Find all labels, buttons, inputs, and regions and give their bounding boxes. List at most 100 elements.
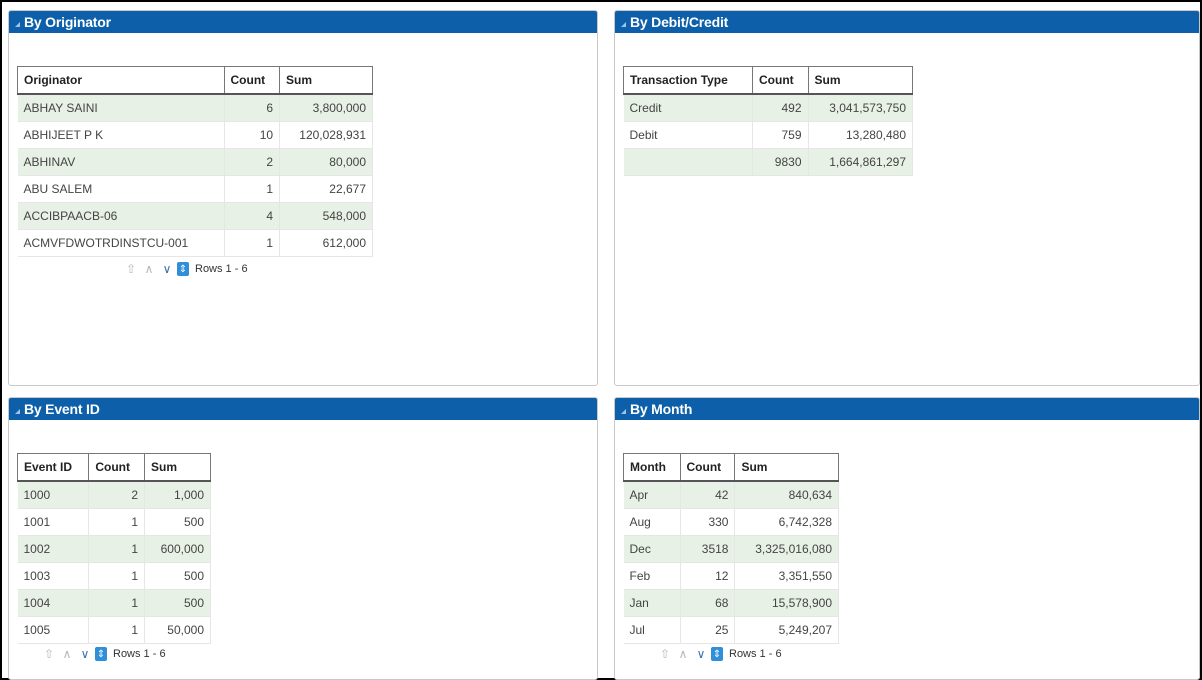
table-cell: 22,677: [279, 175, 373, 203]
table-cell: 68: [680, 589, 736, 617]
table-cell: Debit: [623, 121, 754, 149]
table-row: ABU SALEM 1 22,677: [17, 175, 373, 203]
panel-header-month[interactable]: By Month: [615, 398, 1199, 420]
table-row: 1001 1 500: [17, 508, 211, 536]
column-header-count[interactable]: Count: [752, 66, 809, 95]
table-cell: 1: [88, 562, 146, 590]
panel-title: By Debit/Credit: [630, 14, 729, 30]
table-cell: 1001: [17, 508, 90, 536]
table-cell: 80,000: [279, 148, 373, 176]
table-cell: 10: [224, 121, 281, 149]
table-cell: 3,041,573,750: [808, 94, 913, 122]
table-cell: 50,000: [144, 616, 211, 644]
column-header-month[interactable]: Month: [623, 453, 681, 482]
table-cell: 3,800,000: [279, 94, 373, 122]
collapse-icon[interactable]: [15, 21, 20, 27]
table-cell: Apr: [623, 481, 681, 509]
table-cell: 1: [88, 616, 146, 644]
panel-by-originator: By Originator Originator Count Sum ABHAY SA…: [8, 10, 598, 386]
panel-title: By Event ID: [24, 401, 100, 417]
first-page-icon[interactable]: ⇧: [657, 647, 673, 661]
panel-header-event-id[interactable]: By Event ID: [9, 398, 597, 420]
collapse-icon[interactable]: [621, 408, 626, 414]
table-row: 1000 2 1,000: [17, 481, 211, 509]
table-cell: 1004: [17, 589, 90, 617]
table-cell: 1: [224, 229, 281, 257]
table-cell: 3,351,550: [734, 562, 839, 590]
table-cell: 1: [88, 535, 146, 563]
previous-page-icon[interactable]: ∧: [675, 647, 691, 661]
collapse-icon[interactable]: [15, 408, 20, 414]
table-row: 1005 1 50,000: [17, 616, 211, 644]
column-header-transaction-type[interactable]: Transaction Type: [622, 66, 754, 95]
previous-page-icon[interactable]: ∧: [141, 262, 157, 276]
pager-label: Rows 1 - 6: [195, 263, 248, 275]
table-cell: [623, 148, 754, 176]
pager-label: Rows 1 - 6: [113, 648, 166, 660]
next-page-icon[interactable]: ∨: [693, 647, 709, 661]
column-header-count[interactable]: Count: [223, 66, 281, 95]
panel-header-debit-credit[interactable]: By Debit/Credit: [615, 11, 1199, 33]
previous-page-icon[interactable]: ∧: [59, 647, 75, 661]
first-page-icon[interactable]: ⇧: [123, 262, 139, 276]
table-cell: ACCIBPAACB-06: [17, 202, 225, 230]
table-cell: 1000: [17, 481, 90, 509]
table-cell: ABHAY SAINI: [17, 94, 225, 122]
all-rows-icon[interactable]: ⇕: [95, 647, 107, 661]
column-header-sum[interactable]: Sum: [144, 453, 211, 482]
table-cell: 42: [680, 481, 736, 509]
table-cell: 9830: [752, 148, 809, 176]
next-page-icon[interactable]: ∨: [77, 647, 93, 661]
all-rows-icon[interactable]: ⇕: [177, 262, 189, 276]
panel-title: By Originator: [24, 14, 111, 30]
table-cell: 15,578,900: [734, 589, 839, 617]
table-row: ACCIBPAACB-06 4 548,000: [17, 202, 373, 230]
table-row: Jul 25 5,249,207: [623, 616, 839, 644]
table-row: Dec 3518 3,325,016,080: [623, 535, 839, 563]
table-cell: 12: [680, 562, 736, 590]
table-row: ABHIJEET P K 10 120,028,931: [17, 121, 373, 149]
table-cell: ABHIJEET P K: [17, 121, 225, 149]
next-page-icon[interactable]: ∨: [159, 262, 175, 276]
column-header-sum[interactable]: Sum: [807, 66, 913, 95]
event-id-table: Event ID Count Sum 1000 2 1,000 1001 1 500 1002 1 6…: [16, 453, 211, 644]
table-cell: 2: [224, 148, 281, 176]
table-row: Feb 12 3,351,550: [623, 562, 839, 590]
table-row: 1003 1 500: [17, 562, 211, 590]
panel-header-originator[interactable]: By Originator: [9, 11, 597, 33]
table-cell: Jan: [623, 589, 681, 617]
table-cell: 1: [88, 508, 146, 536]
table-row: ABHAY SAINI 6 3,800,000: [17, 94, 373, 122]
table-cell: 492: [752, 94, 809, 122]
table-row: Debit 759 13,280,480: [623, 121, 913, 149]
table-cell: 600,000: [144, 535, 211, 563]
column-header-count[interactable]: Count: [88, 453, 146, 482]
column-header-event-id[interactable]: Event ID: [16, 453, 90, 482]
collapse-icon[interactable]: [621, 21, 626, 27]
column-header-sum[interactable]: Sum: [279, 66, 373, 95]
table-row: 9830 1,664,861,297: [623, 148, 913, 176]
table-cell: 759: [752, 121, 809, 149]
table-cell: 120,028,931: [279, 121, 373, 149]
table-cell: 500: [144, 508, 211, 536]
table-cell: Jul: [623, 616, 681, 644]
first-page-icon[interactable]: ⇧: [41, 647, 57, 661]
table-cell: 1,000: [144, 481, 211, 509]
column-header-originator[interactable]: Originator: [17, 66, 225, 95]
column-header-sum[interactable]: Sum: [734, 453, 839, 482]
table-row: Apr 42 840,634: [623, 481, 839, 509]
table-row: 1004 1 500: [17, 589, 211, 617]
table-cell: 1: [224, 175, 281, 203]
event-pager: ⇧ ∧ ∨ ⇕ Rows 1 - 6: [41, 647, 166, 661]
table-row: Credit 492 3,041,573,750: [623, 94, 913, 122]
table-row: ACMVFDWOTRDINSTCU-001 1 612,000: [17, 229, 373, 257]
panel-by-month: By Month Month Count Sum Apr 42 840,634 Aug 330…: [614, 397, 1200, 680]
column-header-count[interactable]: Count: [679, 453, 736, 482]
pager-label: Rows 1 - 6: [729, 648, 782, 660]
month-pager: ⇧ ∧ ∨ ⇕ Rows 1 - 6: [657, 647, 782, 661]
all-rows-icon[interactable]: ⇕: [711, 647, 723, 661]
panel-by-debit-credit: By Debit/Credit Transaction Type Count Sum…: [614, 10, 1200, 386]
table-cell: 1003: [17, 562, 90, 590]
table-cell: 1005: [17, 616, 90, 644]
table-cell: 2: [88, 481, 146, 509]
